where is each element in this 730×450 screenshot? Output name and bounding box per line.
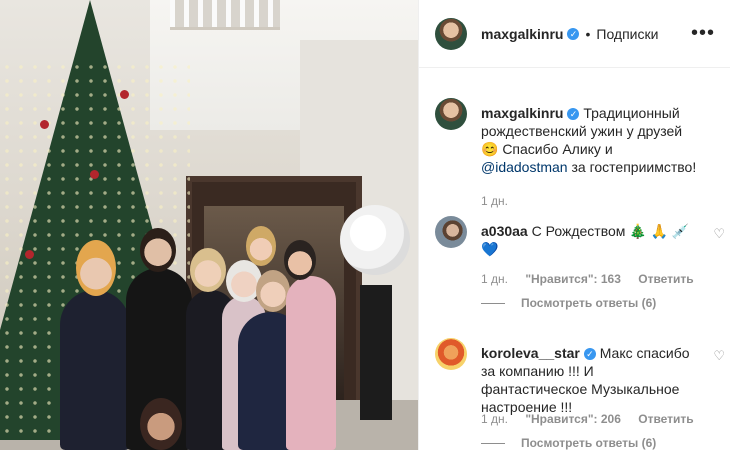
avatar[interactable] xyxy=(435,98,467,130)
more-horizontal-icon[interactable]: ••• xyxy=(691,22,715,45)
photo-person xyxy=(286,276,336,450)
photo-person-head xyxy=(76,240,116,296)
comment-time[interactable]: 1 дн. xyxy=(481,272,508,286)
photo-person-head xyxy=(140,228,176,272)
verified-badge-icon: ✓ xyxy=(583,348,596,361)
avatar[interactable] xyxy=(435,17,467,50)
like-heart-icon[interactable]: ♡ xyxy=(713,348,725,364)
replies-line xyxy=(481,443,505,445)
reply-button[interactable]: Ответить xyxy=(638,412,693,426)
photo-bauble xyxy=(90,170,99,179)
comment-meta: 1 дн. "Нравится": 163 Ответить xyxy=(481,272,708,286)
post-photo[interactable] xyxy=(0,0,418,450)
caption-time[interactable]: 1 дн. xyxy=(481,194,508,208)
header-username[interactable]: maxgalkinru xyxy=(481,26,563,42)
photo-person-head xyxy=(190,248,226,292)
comment-meta: 1 дн. "Нравится": 206 Ответить xyxy=(481,412,708,426)
comment-text: koroleva__star ✓ Макс спасибо за компанию… xyxy=(481,344,697,416)
caption-username[interactable]: maxgalkinru xyxy=(481,105,563,121)
avatar[interactable] xyxy=(435,216,467,248)
comments-panel: maxgalkinru ✓ • Подписки ••• maxgalkinru… xyxy=(418,0,730,450)
verified-badge-icon: ✓ xyxy=(567,27,580,40)
photo-orchid xyxy=(340,205,410,275)
photo-pedestal xyxy=(360,285,392,420)
replies-line xyxy=(481,303,505,305)
comment-item: koroleva__star ✓ Макс спасибо за компанию… xyxy=(435,338,725,450)
caption-mention-link[interactable]: @idadostman xyxy=(481,159,568,175)
like-heart-icon[interactable]: ♡ xyxy=(713,226,725,242)
view-replies-label: Посмотреть ответы (6) xyxy=(521,436,657,450)
comment-username[interactable]: koroleva__star xyxy=(481,345,580,361)
comment-item: a030aa С Рождеством 🎄 🙏 💉💙 ♡ 1 дн. "Нрав… xyxy=(435,216,725,316)
comment-text: a030aa С Рождеством 🎄 🙏 💉💙 xyxy=(481,222,697,258)
photo-bauble xyxy=(120,90,129,99)
photo-bauble xyxy=(25,250,34,259)
separator-dot: • xyxy=(585,25,591,42)
photo-person-head xyxy=(140,398,182,450)
comment-time[interactable]: 1 дн. xyxy=(481,412,508,426)
comment-username[interactable]: a030aa xyxy=(481,223,528,239)
comment-likes[interactable]: "Нравится": 206 xyxy=(525,412,621,426)
post-caption: maxgalkinru ✓ Традиционный рождественский… xyxy=(435,98,725,208)
photo-person xyxy=(60,290,130,450)
caption-meta: 1 дн. xyxy=(481,194,522,208)
caption-text: maxgalkinru ✓ Традиционный рождественский… xyxy=(481,104,697,176)
avatar[interactable] xyxy=(435,338,467,370)
photo-person-head xyxy=(284,240,316,280)
photo-person-head xyxy=(256,270,290,312)
view-replies-button[interactable]: Посмотреть ответы (6) xyxy=(481,296,656,310)
comment-likes[interactable]: "Нравится": 163 xyxy=(525,272,621,286)
following-button[interactable]: Подписки xyxy=(596,26,658,42)
view-replies-button[interactable]: Посмотреть ответы (6) xyxy=(481,436,656,450)
verified-badge-icon: ✓ xyxy=(567,108,580,121)
post-header: maxgalkinru ✓ • Подписки ••• xyxy=(419,0,730,68)
photo-bauble xyxy=(40,120,49,129)
reply-button[interactable]: Ответить xyxy=(638,272,693,286)
view-replies-label: Посмотреть ответы (6) xyxy=(521,296,657,310)
caption-body-2: за гостеприимство! xyxy=(571,159,697,175)
photo-person-head xyxy=(246,226,276,266)
